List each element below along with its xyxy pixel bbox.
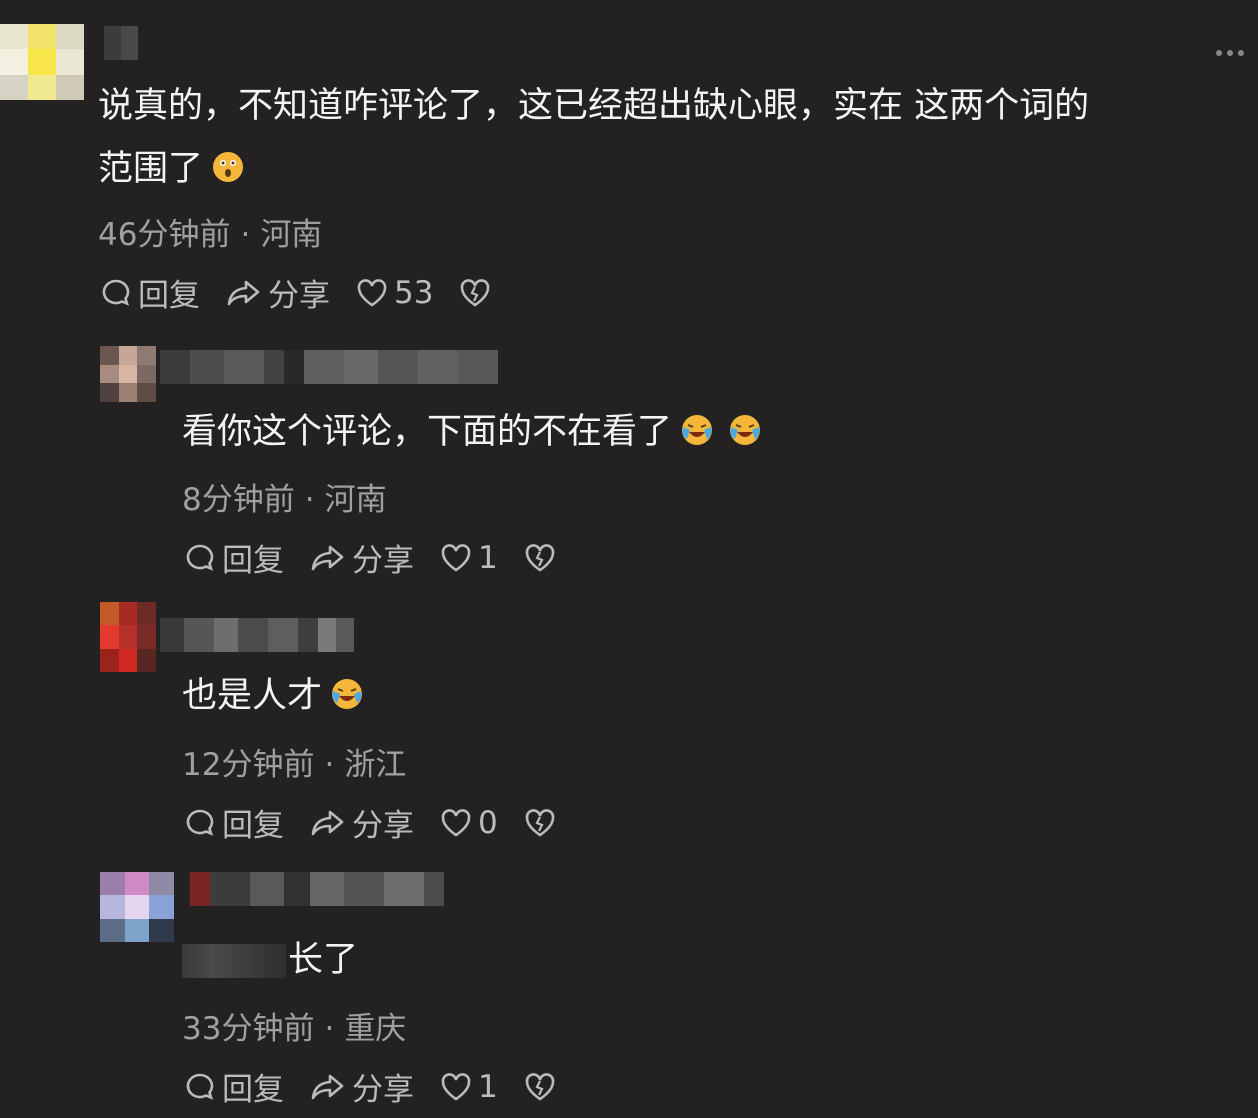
like-button[interactable]: 1 [440,540,498,576]
shocked-face-emoji-icon [211,142,245,205]
reply-button[interactable]: 回复 [184,1064,284,1109]
location: 浙江 [344,747,407,783]
speech-bubble-icon [186,544,214,571]
heart-icon [441,1072,471,1101]
timestamp: 46分钟前 [98,217,231,253]
reply-button[interactable]: 回复 [100,270,200,315]
crying-laughing-emoji-icon [680,405,714,468]
avatar[interactable] [100,872,174,942]
location: 河南 [324,482,387,518]
broken-heart-icon [525,1072,555,1101]
broken-heart-icon [525,808,555,837]
comment-text: 也是人才 [182,665,364,732]
comment-text: 说真的，不知道咋评论了，这已经超出缺心眼，实在 这两个词的 [98,86,1090,126]
blurred-text [182,944,286,978]
like-count: 0 [478,804,498,841]
more-dots-icon[interactable] [1216,50,1244,56]
share-button[interactable]: 分享 [310,535,414,580]
comment-text-line2: 范围了 [98,138,245,205]
share-arrow-icon [311,1074,344,1099]
heart-icon [441,808,471,837]
location: 重庆 [344,1011,407,1047]
like-count: 1 [478,539,498,576]
share-arrow-icon [311,810,344,835]
username-blurred[interactable] [104,26,138,60]
share-button[interactable]: 分享 [310,1064,414,1109]
location: 河南 [260,217,323,253]
crying-laughing-emoji-icon [330,669,364,732]
share-arrow-icon [227,280,260,305]
speech-bubble-icon [186,1073,214,1100]
comment-actions: 回复 分享 1 [184,535,588,580]
avatar[interactable] [100,346,156,402]
reply-button[interactable]: 回复 [184,535,284,580]
like-count: 53 [394,274,434,311]
username-blurred[interactable] [190,872,444,906]
username-blurred[interactable] [160,350,498,384]
dislike-button[interactable] [524,1072,562,1102]
share-button[interactable]: 分享 [310,800,414,845]
crying-laughing-emoji-icon [728,405,762,468]
timestamp: 12分钟前 [182,747,315,783]
broken-heart-icon [525,543,555,572]
like-button[interactable]: 1 [440,1069,498,1105]
comment-text: 看你这个评论，下面的不在看了 [182,401,762,468]
comment-actions: 回复 分享 0 [184,800,588,845]
like-count: 1 [478,1068,498,1105]
username-blurred[interactable] [160,618,354,652]
share-button[interactable]: 分享 [226,270,330,315]
comment-actions: 回复 分享 1 [184,1064,588,1109]
avatar[interactable] [100,602,156,672]
dislike-button[interactable] [524,543,562,573]
avatar[interactable] [0,24,84,100]
like-button[interactable]: 0 [440,805,498,841]
like-button[interactable]: 53 [356,275,433,311]
comment-meta: 8分钟前 · 河南 [182,482,387,518]
comment-meta: 12分钟前 · 浙江 [182,747,407,783]
reply-button[interactable]: 回复 [184,800,284,845]
timestamp: 8分钟前 [182,482,295,518]
broken-heart-icon [461,278,490,307]
heart-icon [441,543,471,572]
share-arrow-icon [311,545,344,570]
speech-bubble-icon [102,279,130,306]
dislike-button[interactable] [524,808,562,838]
comment-meta: 33分钟前 · 重庆 [182,1011,407,1047]
heart-icon [357,278,387,307]
comment-meta: 46分钟前 · 河南 [98,217,323,253]
timestamp: 33分钟前 [182,1011,315,1047]
comment-text: 长了 [182,929,358,992]
dislike-button[interactable] [459,278,497,308]
speech-bubble-icon [186,809,214,836]
comment-actions: 回复 分享 53 [100,270,523,315]
